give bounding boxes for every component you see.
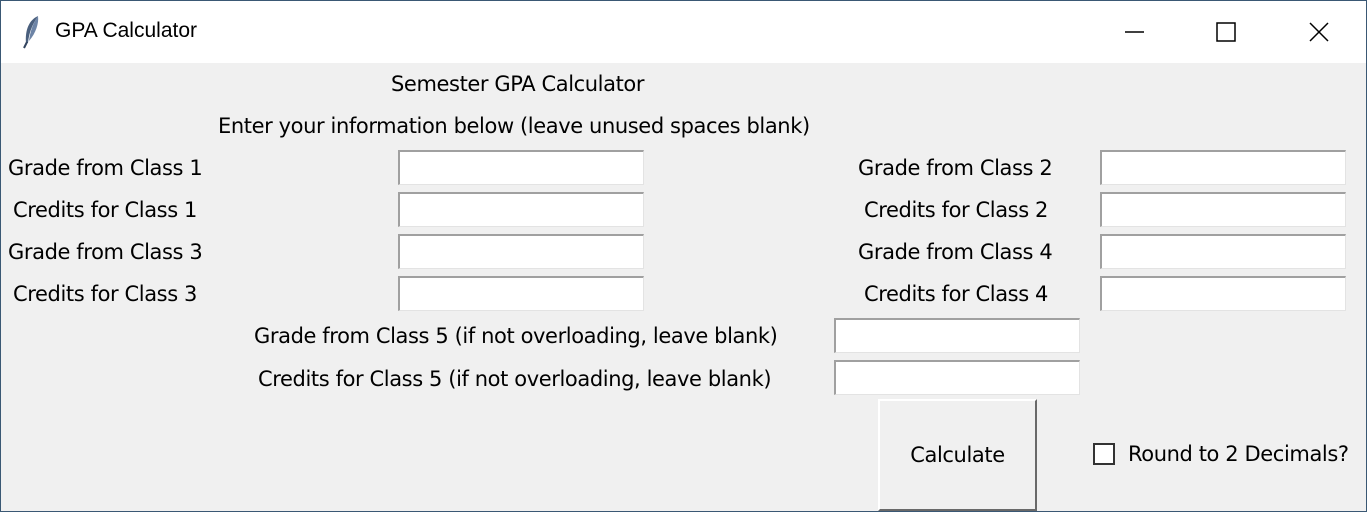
credits-class-2-input[interactable] [1100, 192, 1346, 227]
grade-class-2-label: Grade from Class 2 [858, 156, 1053, 180]
credits-class-1-label: Credits for Class 1 [13, 198, 198, 222]
title-bar[interactable]: GPA Calculator [1, 1, 1366, 63]
grade-class-5-input[interactable] [834, 318, 1080, 353]
grade-class-3-label: Grade from Class 3 [8, 240, 203, 264]
page-title: Semester GPA Calculator [391, 72, 645, 96]
credits-class-4-label: Credits for Class 4 [864, 282, 1049, 306]
credits-class-1-input[interactable] [398, 192, 644, 227]
credits-class-4-input[interactable] [1100, 276, 1346, 311]
feather-icon [21, 15, 43, 49]
credits-class-2-label: Credits for Class 2 [864, 198, 1049, 222]
maximize-button[interactable] [1181, 1, 1273, 63]
credits-class-3-label: Credits for Class 3 [13, 282, 198, 306]
grade-class-5-label: Grade from Class 5 (if not overloading, … [254, 324, 778, 348]
grade-class-1-label: Grade from Class 1 [8, 156, 203, 180]
grade-class-4-input[interactable] [1100, 234, 1346, 269]
grade-class-2-input[interactable] [1100, 150, 1346, 185]
round-decimals-checkbox[interactable] [1093, 443, 1115, 465]
close-icon [1309, 22, 1329, 42]
credits-class-5-label: Credits for Class 5 (if not overloading,… [258, 367, 772, 391]
round-decimals-label[interactable]: Round to 2 Decimals? [1128, 442, 1349, 466]
credits-class-5-input[interactable] [834, 360, 1080, 395]
grade-class-1-input[interactable] [398, 150, 644, 185]
credits-class-3-input[interactable] [398, 276, 644, 311]
minimize-icon [1125, 31, 1144, 33]
grade-class-3-input[interactable] [398, 234, 644, 269]
maximize-icon [1216, 22, 1236, 42]
minimize-button[interactable] [1089, 1, 1181, 63]
gpa-calculator-window: GPA Calculator Semester GPA Calculator E… [0, 0, 1367, 512]
calculate-button[interactable]: Calculate [878, 399, 1037, 511]
instructions-text: Enter your information below (leave unus… [218, 114, 810, 138]
close-button[interactable] [1273, 1, 1365, 63]
grade-class-4-label: Grade from Class 4 [858, 240, 1053, 264]
window-title: GPA Calculator [55, 19, 198, 42]
